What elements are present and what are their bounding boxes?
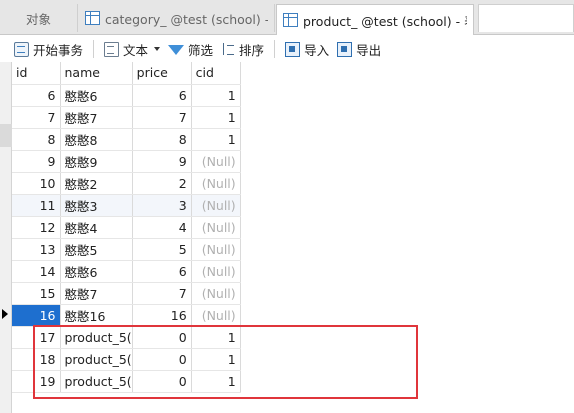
cell-name[interactable]: 憨憨16 [60,304,133,327]
chevron-down-icon [154,47,161,51]
export-button[interactable]: 导出 [333,38,385,60]
tab-label: category_ @test (school) - 表 [105,11,268,27]
table-row[interactable]: 6 憨憨6 6 1 [12,84,241,107]
gutter-marker [0,135,12,147]
toolbar-divider [274,40,276,58]
cell-cid[interactable]: 1 [191,106,241,129]
cell-cid[interactable]: (Null) [191,216,241,239]
cell-name[interactable]: 憨憨9 [60,150,133,173]
column-header-id[interactable]: id [12,62,61,85]
cell-id[interactable]: 8 [12,128,61,151]
cell-id[interactable]: 11 [12,194,61,217]
column-header-cid[interactable]: cid [191,62,241,85]
cell-name[interactable]: 憨憨6 [60,84,133,107]
cell-price[interactable]: 6 [132,84,192,107]
document-icon [104,41,120,57]
table-row[interactable]: 8 憨憨8 8 1 [12,128,241,151]
tab-label: product_ @test (school) - 表 [303,13,467,29]
cell-name[interactable]: 憨憨8 [60,128,133,151]
filter-label: 筛选 [188,42,214,58]
export-label: 导出 [356,42,382,58]
import-icon [285,41,301,57]
begin-transaction-button[interactable]: 开始事务 [10,38,87,60]
cell-name[interactable]: 憨憨6 [60,260,133,283]
cell-price[interactable]: 7 [132,282,192,305]
cell-price[interactable]: 9 [132,150,192,173]
cell-price[interactable]: 5 [132,238,192,261]
table-row[interactable]: 13 憨憨5 5 (Null) [12,238,241,261]
tab-bar: 对象 category_ @test (school) - 表 product_… [0,0,574,35]
cell-price[interactable]: 4 [132,216,192,239]
tab-category-table[interactable]: category_ @test (school) - 表 [79,4,275,32]
column-header-name[interactable]: name [60,62,133,85]
table-row[interactable]: 10 憨憨2 2 (Null) [12,172,241,195]
header-row: id name price cid [12,62,241,85]
export-icon [337,41,353,57]
cell-price[interactable]: 2 [132,172,192,195]
cell-name[interactable]: 憨憨7 [60,106,133,129]
column-header-price[interactable]: price [132,62,192,85]
cell-cid[interactable]: (Null) [191,304,241,327]
table-row[interactable]: 11 憨憨3 3 (Null) [12,194,241,217]
toolbar-divider [93,40,95,58]
cell-cid[interactable]: (Null) [191,194,241,217]
filter-button[interactable]: 筛选 [164,38,217,60]
sort-label: 排序 [239,42,265,58]
tab-blank-area [478,4,574,32]
row-gutter [0,62,12,413]
cell-id[interactable]: 15 [12,282,61,305]
sort-button[interactable]: 排序 [217,38,268,60]
cell-name[interactable]: 憨憨3 [60,194,133,217]
cell-cid[interactable]: 1 [191,84,241,107]
cell-name[interactable]: 憨憨2 [60,172,133,195]
sort-icon [221,42,235,57]
begin-transaction-label: 开始事务 [33,42,84,58]
cell-name[interactable]: 憨憨7 [60,282,133,305]
table-icon [85,11,100,25]
cell-price[interactable]: 7 [132,106,192,129]
table-row[interactable]: 9 憨憨9 9 (Null) [12,150,241,173]
table-row[interactable]: 12 憨憨4 4 (Null) [12,216,241,239]
table-row[interactable]: 16 憨憨16 16 (Null) [12,304,241,327]
text-label: 文本 [123,42,149,58]
cell-cid[interactable]: (Null) [191,238,241,261]
current-row-pointer-icon [2,309,8,319]
cell-id[interactable]: 12 [12,216,61,239]
cell-cid[interactable]: (Null) [191,150,241,173]
tab-product-table[interactable]: product_ @test (school) - 表 [276,4,474,35]
tab-objects[interactable]: 对象 [0,4,78,32]
tab-label: 对象 [25,11,51,27]
cell-name[interactable]: 憨憨5 [60,238,133,261]
cell-price[interactable]: 8 [132,128,192,151]
filter-icon [168,45,185,55]
text-button[interactable]: 文本 [100,38,164,60]
cell-id[interactable]: 14 [12,260,61,283]
cell-id[interactable]: 13 [12,238,61,261]
cell-id[interactable]: 7 [12,106,61,129]
cell-cid[interactable]: (Null) [191,172,241,195]
table-row[interactable]: 7 憨憨7 7 1 [12,106,241,129]
table-row[interactable]: 15 憨憨7 7 (Null) [12,282,241,305]
highlight-box [33,325,418,399]
cell-name[interactable]: 憨憨4 [60,216,133,239]
cell-id[interactable]: 9 [12,150,61,173]
cell-cid[interactable]: (Null) [191,260,241,283]
cell-cid[interactable]: 1 [191,128,241,151]
cell-cid[interactable]: (Null) [191,282,241,305]
table-row[interactable]: 14 憨憨6 6 (Null) [12,260,241,283]
cell-id[interactable]: 10 [12,172,61,195]
cell-id[interactable]: 6 [12,84,61,107]
cell-price[interactable]: 3 [132,194,192,217]
toolbar: 开始事务 文本 筛选 排序 导入 导出 [0,36,574,62]
import-label: 导入 [304,42,330,58]
table-icon [283,13,298,27]
transaction-icon [14,41,29,57]
import-button[interactable]: 导入 [281,38,333,60]
cell-price[interactable]: 16 [132,304,192,327]
cell-price[interactable]: 6 [132,260,192,283]
cell-id[interactable]: 16 [12,304,61,327]
